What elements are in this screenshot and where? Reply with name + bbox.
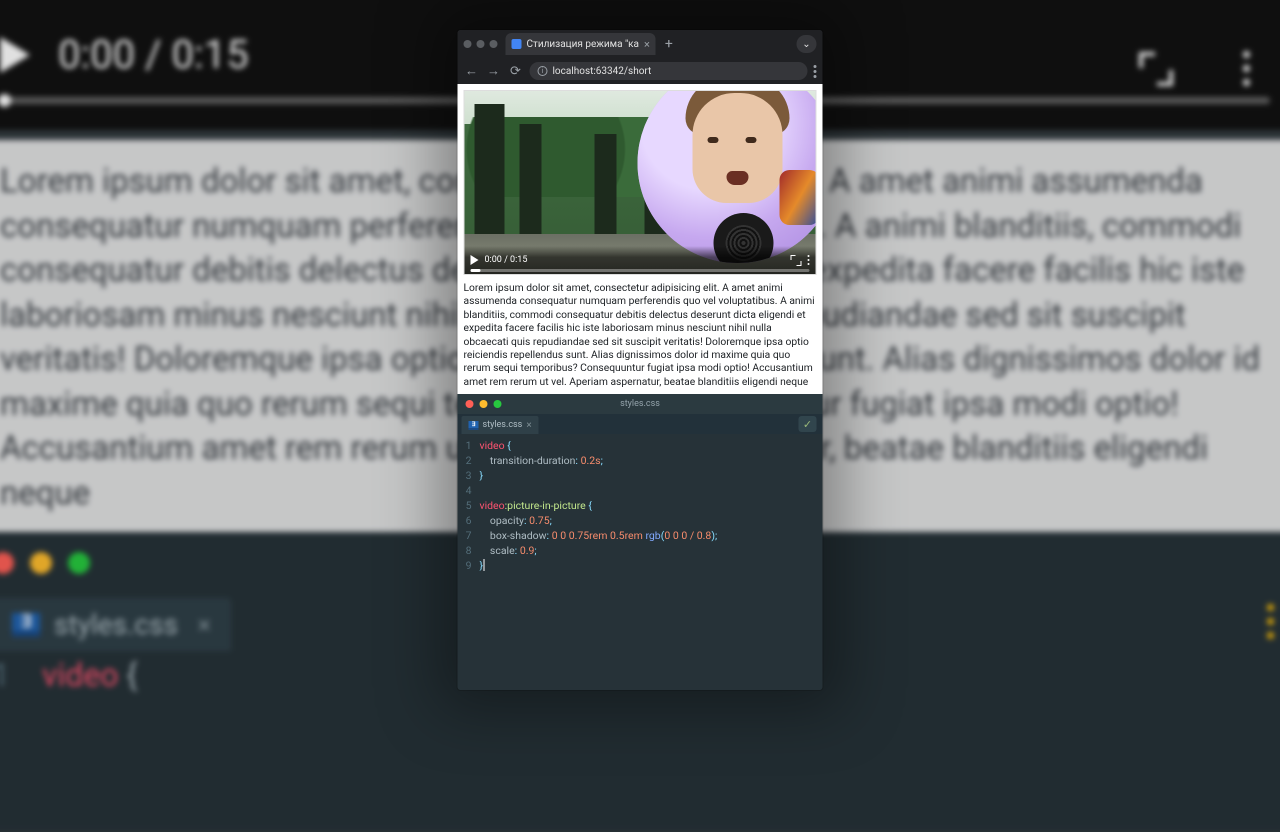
kebab-icon	[1243, 51, 1250, 86]
editor-tabbar: ∃ styles.css ×	[458, 414, 823, 434]
bg-editor-tab: ∃ styles.css ×	[0, 598, 231, 651]
close-icon[interactable]: ×	[526, 420, 531, 431]
css-icon: ∃	[12, 613, 40, 637]
fullscreen-button[interactable]	[790, 255, 801, 266]
bg-video-time: 0:00 / 0:15	[58, 31, 249, 78]
reload-button[interactable]: ⟳	[508, 64, 524, 79]
browser-tab-title: Стилизация режима "ка	[527, 39, 639, 50]
editor-titlebar: styles.css	[458, 394, 823, 414]
browser-menu-button[interactable]	[814, 65, 817, 78]
lorem-paragraph: Lorem ipsum dolor sit amet, consectetur …	[464, 281, 817, 388]
forward-button[interactable]: →	[486, 63, 502, 79]
address-bar-text: localhost:63342/short	[553, 66, 652, 77]
page-content: 0:00 / 0:15 Lorem ipsum dolor sit amet, …	[458, 84, 823, 394]
browser-toolbar: ← → ⟳ i localhost:63342/short	[458, 58, 823, 84]
address-bar[interactable]: i localhost:63342/short	[530, 62, 808, 80]
presenter-overlay	[638, 90, 817, 263]
new-tab-button[interactable]: +	[660, 35, 678, 53]
editor-traffic-lights[interactable]	[466, 400, 502, 408]
video-progress[interactable]	[471, 269, 810, 272]
bg-editor-tab-label: styles.css	[54, 608, 178, 641]
browser-tab[interactable]: Стилизация режима "ка ×	[506, 33, 656, 55]
css-icon: ∃	[469, 421, 479, 430]
editor-status-check[interactable]: ✓	[799, 416, 817, 432]
code-area[interactable]: 1video { 2 transition-duration: 0.2s; 3}…	[458, 434, 823, 690]
code-editor: styles.css ∃ styles.css × ✓ 1video { 2 t…	[458, 394, 823, 690]
play-button[interactable]	[471, 255, 479, 265]
video-controls: 0:00 / 0:15	[465, 246, 816, 274]
window-traffic-lights[interactable]	[464, 40, 498, 48]
tabs-dropdown-button[interactable]: ⌄	[797, 35, 817, 53]
back-button[interactable]: ←	[464, 63, 480, 79]
video-time: 0:00 / 0:15	[485, 255, 528, 265]
editor-title: styles.css	[620, 399, 660, 409]
kebab-icon	[1267, 604, 1274, 639]
editor-tab-label: styles.css	[483, 420, 523, 430]
close-icon: ×	[198, 611, 211, 639]
close-icon[interactable]: ×	[644, 39, 650, 50]
foreground-column: Стилизация режима "ка × + ⌄ ← → ⟳ i loca…	[458, 30, 823, 690]
play-icon	[0, 37, 30, 73]
browser-chrome: Стилизация режима "ка × + ⌄ ← → ⟳ i loca…	[458, 30, 823, 84]
browser-tabbar: Стилизация режима "ка × + ⌄	[458, 30, 823, 58]
favicon-icon	[512, 39, 522, 49]
video-menu-button[interactable]	[807, 255, 810, 266]
text-cursor	[483, 559, 484, 571]
video-player[interactable]: 0:00 / 0:15	[464, 90, 817, 275]
editor-tab[interactable]: ∃ styles.css ×	[462, 416, 539, 434]
fullscreen-icon	[1139, 52, 1173, 86]
site-info-icon[interactable]: i	[538, 66, 548, 76]
